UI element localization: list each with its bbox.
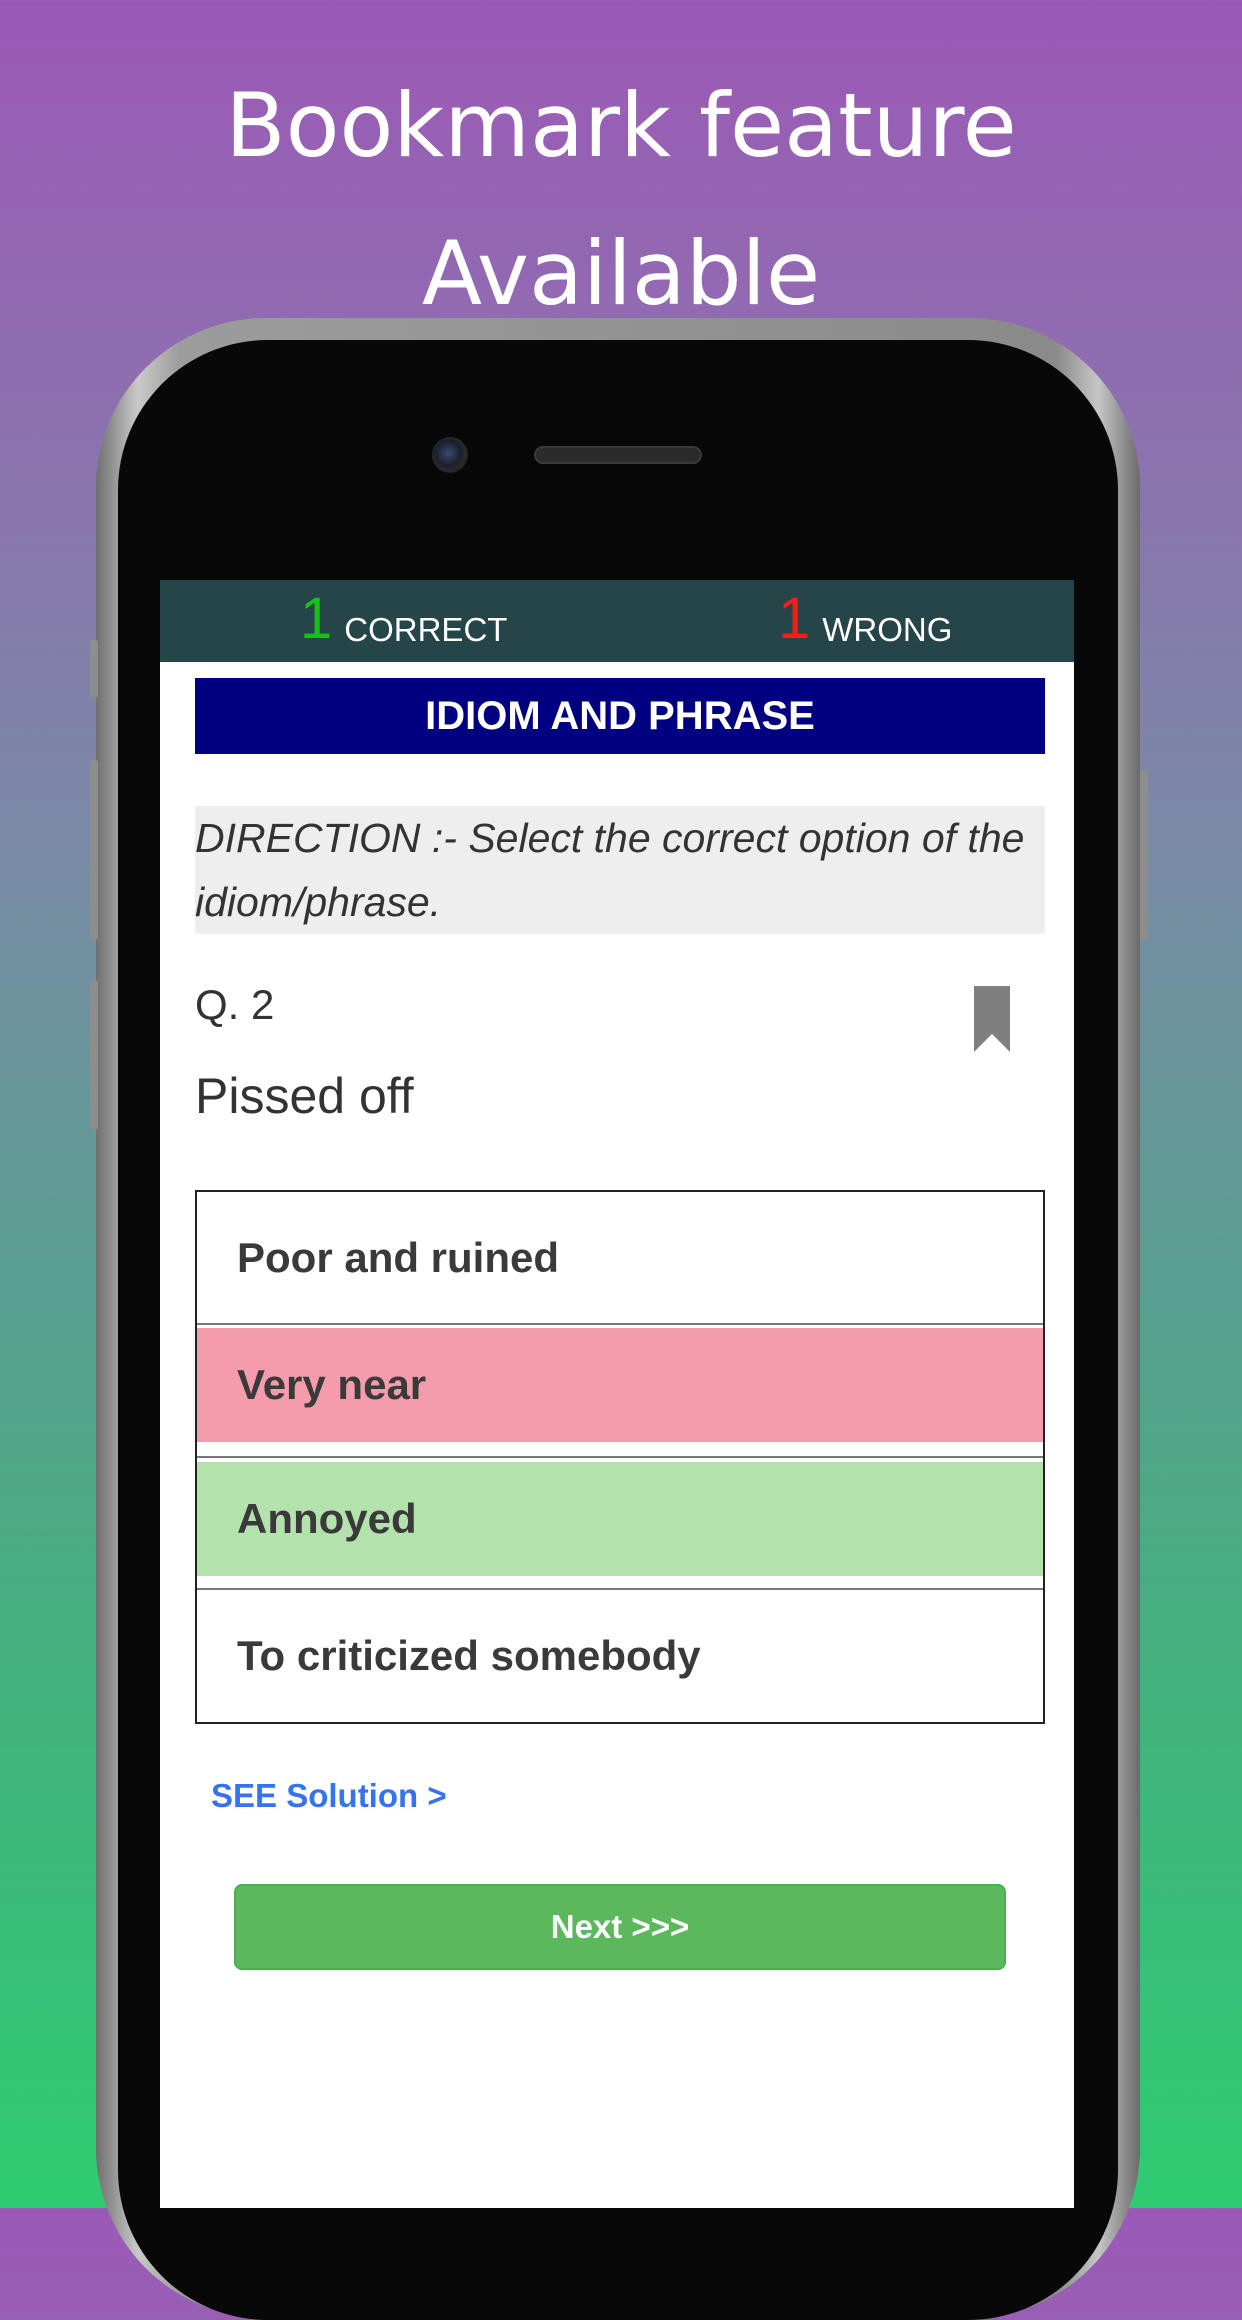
correct-count: 1	[300, 586, 333, 651]
option-poor-and-ruined[interactable]: Poor and ruined	[197, 1192, 1043, 1323]
options-list: Poor and ruined Very near Annoyed To cri…	[195, 1190, 1045, 1724]
phone-power-button	[1140, 770, 1148, 940]
next-button[interactable]: Next >>>	[234, 1884, 1006, 1970]
wrong-score: 1 WRONG	[778, 580, 952, 662]
wrong-count: 1	[778, 586, 811, 651]
category-title: IDIOM AND PHRASE	[195, 678, 1045, 754]
wrong-label: WRONG	[822, 611, 953, 648]
correct-score: 1 CORRECT	[300, 580, 507, 662]
option-very-near-wrong[interactable]: Very near	[197, 1328, 1043, 1442]
phone-volume-down-button	[90, 980, 98, 1130]
correct-label: CORRECT	[344, 611, 508, 648]
front-camera-icon	[432, 437, 468, 473]
question-text: Pissed off	[195, 1068, 414, 1124]
question-number: Q. 2	[195, 981, 275, 1028]
phone-volume-up-button	[90, 760, 98, 940]
option-divider	[197, 1456, 1043, 1458]
option-annoyed-correct[interactable]: Annoyed	[197, 1462, 1043, 1576]
bookmark-icon[interactable]	[974, 986, 1010, 1052]
phone-mute-switch	[90, 640, 98, 698]
promo-line-1: Bookmark feature	[225, 74, 1017, 177]
option-divider	[197, 1323, 1043, 1325]
promo-headline: Bookmark feature Available	[0, 52, 1242, 348]
score-bar: 1 CORRECT 1 WRONG	[160, 580, 1074, 662]
option-to-criticized-somebody[interactable]: To criticized somebody	[197, 1590, 1043, 1722]
earpiece-speaker	[534, 446, 702, 464]
bookmark-icon-shape	[974, 986, 1010, 1052]
direction-text: DIRECTION :- Select the correct option o…	[195, 806, 1045, 934]
app-screen: 1 CORRECT 1 WRONG IDIOM AND PHRASE DIREC…	[160, 580, 1074, 2208]
see-solution-link[interactable]: SEE Solution >	[211, 1776, 447, 1816]
